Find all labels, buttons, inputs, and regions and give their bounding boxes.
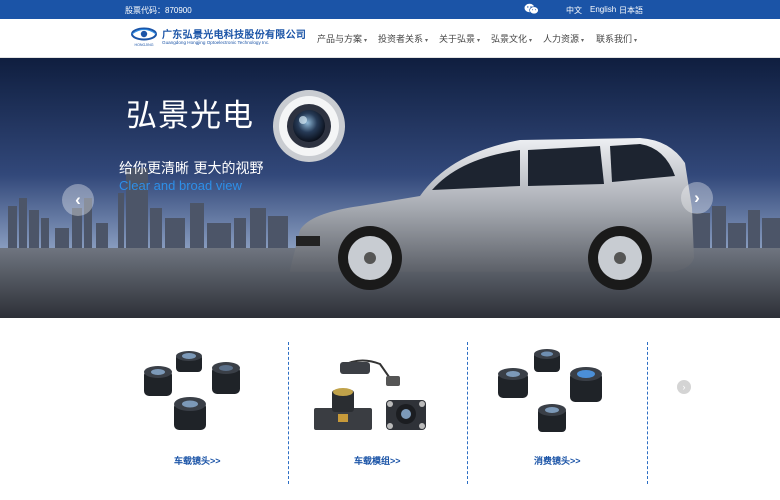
product-car-module-link[interactable]: 车载模组>> — [354, 454, 401, 467]
caret-down-icon: ▾ — [634, 38, 638, 44]
lang-english[interactable]: English — [590, 5, 616, 14]
wechat-icon[interactable] — [524, 3, 539, 15]
banner-next-button[interactable]: › — [681, 182, 713, 214]
chevron-right-icon: › — [682, 382, 686, 392]
caret-down-icon: ▾ — [477, 38, 481, 44]
product-divider — [288, 342, 289, 484]
caret-down-icon: ▾ — [364, 38, 368, 44]
product-showcase: 车载镜头>> 车载模组>> 消费镜头>> › — [0, 318, 780, 500]
caret-down-icon: ▾ — [529, 38, 533, 44]
hero-banner: 弘景光电 给你更清晰 更大的视野 Clear and broad view ‹ … — [0, 58, 780, 318]
banner-title: 弘景光电 — [126, 98, 254, 134]
product-next-button[interactable]: › — [677, 380, 691, 394]
nav-investor-relations[interactable]: 投资者关系 ▾ — [378, 32, 428, 45]
site-header: HONGJING 广东弘景光电科技股份有限公司 Guangdong Hongji… — [0, 19, 780, 58]
banner-background — [0, 58, 780, 318]
nav-culture[interactable]: 弘景文化 ▾ — [491, 32, 532, 45]
caret-down-icon: ▾ — [425, 38, 429, 44]
product-divider — [647, 342, 648, 484]
nav-label: 关于弘景 — [439, 34, 476, 44]
lang-japanese[interactable]: 日本語 — [619, 5, 643, 16]
product-consumer-lens-link[interactable]: 消费镜头>> — [534, 454, 581, 467]
lang-chinese[interactable]: 中文 — [566, 5, 582, 16]
nav-human-resources[interactable]: 人力资源 ▾ — [543, 32, 584, 45]
consumer-lens-image[interactable] — [494, 348, 612, 448]
nav-products-solutions[interactable]: 产品与方案 ▾ — [317, 32, 367, 45]
nav-label: 弘景文化 — [491, 34, 528, 44]
company-name-cn[interactable]: 广东弘景光电科技股份有限公司 — [162, 26, 306, 41]
nav-label: 产品与方案 — [317, 34, 363, 44]
product-divider — [467, 342, 468, 484]
caret-down-icon: ▾ — [581, 38, 585, 44]
banner-subtitle-en: Clear and broad view — [119, 178, 242, 193]
stock-code: 股票代码：870900 — [125, 6, 192, 15]
nav-label: 人力资源 — [543, 34, 580, 44]
car-lens-image[interactable] — [138, 348, 246, 448]
nav-contact[interactable]: 联系我们 ▾ — [596, 32, 637, 45]
banner-prev-button[interactable]: ‹ — [62, 184, 94, 216]
chevron-right-icon: › — [694, 188, 700, 207]
product-car-lens-link[interactable]: 车载镜头>> — [174, 454, 221, 467]
company-name-en: Guangdong Hongjing Optoelectronic Techno… — [162, 40, 270, 45]
company-logo-icon[interactable]: HONGJING — [129, 26, 159, 48]
banner-subtitle-cn: 给你更清晰 更大的视野 — [119, 161, 264, 177]
nav-about[interactable]: 关于弘景 ▾ — [439, 32, 480, 45]
chevron-left-icon: ‹ — [75, 190, 81, 209]
nav-label: 联系我们 — [596, 34, 633, 44]
hero-lens-image — [273, 90, 345, 162]
logo-mark-text: HONGJING — [135, 43, 154, 47]
nav-label: 投资者关系 — [378, 34, 424, 44]
top-bar: 股票代码：870900 中文 English 日本語 — [0, 0, 780, 19]
car-module-image[interactable] — [310, 354, 430, 440]
